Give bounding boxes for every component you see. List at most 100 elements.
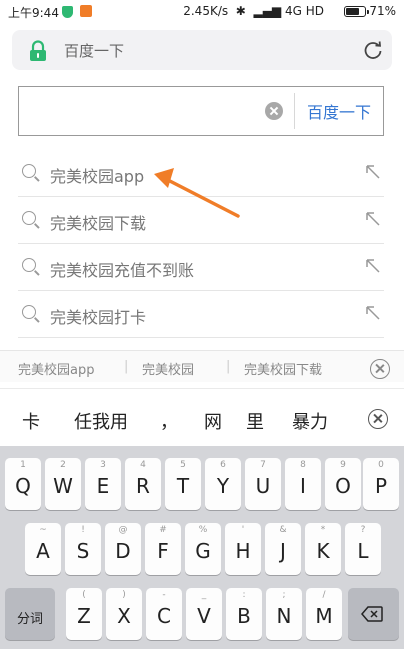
refresh-icon[interactable] <box>362 39 384 61</box>
key-label: Z <box>77 604 91 628</box>
suggestion-text: 完美校园充值不到账 <box>50 261 195 280</box>
lock-icon <box>30 40 46 61</box>
key-s[interactable]: ! S <box>65 523 101 575</box>
key-sub-label: @ <box>118 525 128 535</box>
battery-percent: 71% <box>369 4 396 18</box>
key-y[interactable]: 6Y <box>205 458 241 510</box>
key-sub-label: 1 <box>20 460 26 470</box>
key-sub-label: - <box>162 590 166 600</box>
key-z[interactable]: (Z <box>66 588 102 640</box>
shield-icon <box>62 6 73 18</box>
key-i[interactable]: 8I <box>285 458 321 510</box>
key-r[interactable]: 4R <box>125 458 161 510</box>
key-label: T <box>176 474 190 498</box>
key-d[interactable]: @ D <box>105 523 141 575</box>
key-o[interactable]: 9O <box>325 458 361 510</box>
key-b[interactable]: :B <box>226 588 262 640</box>
key-label: V <box>197 604 211 628</box>
key-sub-label: ' <box>241 525 245 535</box>
segment-key[interactable]: 分词 <box>5 588 55 640</box>
fill-query-arrow-icon[interactable] <box>366 306 380 320</box>
search-icon <box>22 305 36 319</box>
key-label: G <box>195 539 211 563</box>
history-close-icon[interactable] <box>370 359 390 379</box>
ime-candidate[interactable]: ， <box>160 408 178 434</box>
history-item[interactable]: 完美校园下载 <box>244 359 322 378</box>
key-v[interactable]: _ V <box>186 588 222 640</box>
key-t[interactable]: 5T <box>165 458 201 510</box>
ime-candidate[interactable]: 任我用 <box>74 408 128 434</box>
key-g[interactable]: % G <box>185 523 221 575</box>
key-a[interactable]: ~ A <box>25 523 61 575</box>
key-label: C <box>157 604 171 628</box>
suggestion-item[interactable]: 完美校园打卡 <box>0 291 404 338</box>
key-label: 分词 <box>16 612 43 627</box>
search-button[interactable]: 百度一下 <box>295 87 383 134</box>
key-sub-label: ( <box>82 590 86 600</box>
key-label: H <box>235 539 251 563</box>
clear-icon[interactable] <box>265 102 283 120</box>
url-bar[interactable]: 百度一下 <box>12 30 392 70</box>
search-icon <box>22 164 36 178</box>
fill-query-arrow-icon[interactable] <box>366 212 380 226</box>
ime-candidate[interactable]: 卡 <box>22 408 40 434</box>
search-history-bar: 完美校园app | 完美校园 | 完美校园下载 <box>0 350 404 382</box>
key-c[interactable]: -C <box>146 588 182 640</box>
backspace-icon <box>361 606 383 622</box>
key-label: J <box>280 539 286 563</box>
suggestion-text: 完美校园打卡 <box>50 308 147 327</box>
url-text: 百度一下 <box>64 42 125 60</box>
backspace-key[interactable] <box>348 588 399 640</box>
key-u[interactable]: 7U <box>245 458 281 510</box>
history-item[interactable]: 完美校园 <box>142 359 194 378</box>
key-j[interactable]: & J <box>265 523 301 575</box>
suggestion-text: 完美校园下载 <box>50 214 147 233</box>
key-x[interactable]: ) X <box>106 588 142 640</box>
history-separator: | <box>226 359 231 374</box>
key-label: I <box>300 474 306 498</box>
suggestion-item[interactable]: 完美校园app <box>0 150 404 197</box>
search-input[interactable] <box>19 87 295 134</box>
key-p[interactable]: 0P <box>363 458 399 510</box>
ime-candidate-bar: 卡 任我用 ， 网 里 暴力 <box>0 388 404 446</box>
search-icon <box>22 211 36 225</box>
key-e[interactable]: 3E <box>85 458 121 510</box>
fill-query-arrow-icon[interactable] <box>366 259 380 273</box>
suggestion-item[interactable]: 完美校园下载 <box>0 197 404 244</box>
key-k[interactable]: * K <box>305 523 341 575</box>
status-time: 上午9:44 <box>8 6 59 20</box>
keyboard: 1Q 2W 3E 4R 5T 6Y 7U 8I 9O 0P ~ A ! S @ D #… <box>0 446 404 649</box>
key-sub-label: * <box>320 525 326 535</box>
key-label: Q <box>15 474 31 498</box>
key-sub-label: 2 <box>60 460 66 470</box>
key-f[interactable]: # F <box>145 523 181 575</box>
fill-query-arrow-icon[interactable] <box>366 165 380 179</box>
history-separator: | <box>124 359 129 374</box>
ime-candidate[interactable]: 网 <box>204 408 222 434</box>
key-sub-label: ? <box>360 525 366 535</box>
key-sub-label: 7 <box>260 460 266 470</box>
suggestion-item[interactable]: 完美校园充值不到账 <box>0 244 404 291</box>
key-h[interactable]: ' H <box>225 523 261 575</box>
key-w[interactable]: 2W <box>45 458 81 510</box>
key-label: N <box>276 604 292 628</box>
ime-close-icon[interactable] <box>368 409 388 429</box>
ime-candidate[interactable]: 暴力 <box>292 408 328 434</box>
key-sub-label: 0 <box>378 460 384 470</box>
key-sub-label: ~ <box>39 525 47 535</box>
network-speed: 2.45K/s <box>183 4 229 18</box>
key-sub-label: ; <box>282 590 286 600</box>
key-sub-label: ) <box>122 590 126 600</box>
key-sub-label: 8 <box>300 460 306 470</box>
ime-candidate[interactable]: 里 <box>246 408 264 434</box>
key-label: M <box>315 604 333 628</box>
key-label: R <box>136 474 150 498</box>
key-q[interactable]: 1Q <box>5 458 41 510</box>
key-label: U <box>255 474 271 498</box>
key-label: F <box>157 539 169 563</box>
key-l[interactable]: ? L <box>345 523 381 575</box>
history-item[interactable]: 完美校园app <box>18 359 94 378</box>
key-n[interactable]: ; N <box>266 588 302 640</box>
key-sub-label: # <box>159 525 167 535</box>
key-m[interactable]: / M <box>306 588 342 640</box>
